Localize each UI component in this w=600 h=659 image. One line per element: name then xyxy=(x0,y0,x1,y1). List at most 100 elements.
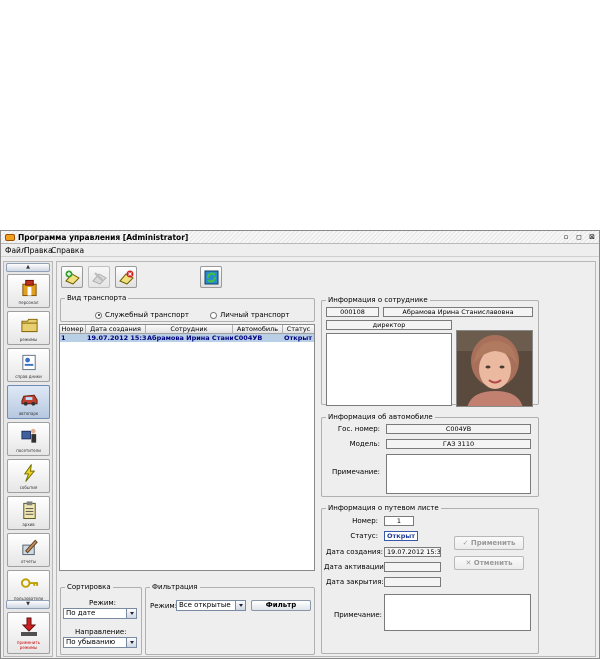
waybill-table: Номер Дата создания Сотрудник Автомобиль… xyxy=(59,324,315,571)
sidebar-item-personnel[interactable]: персонал xyxy=(7,274,50,308)
personnel-icon xyxy=(22,279,37,297)
sort-direction-select[interactable]: По убыванию xyxy=(63,637,137,648)
transport-type-group: Вид транспорта Служебный транспорт Личны… xyxy=(60,294,315,322)
sidebar-item-label: отчеты xyxy=(20,559,37,564)
col-header-vehicle[interactable]: Автомобиль xyxy=(233,325,283,334)
table-header: Номер Дата создания Сотрудник Автомобиль… xyxy=(60,325,314,334)
maximize-icon[interactable]: ◻ xyxy=(575,233,583,241)
add-document-icon xyxy=(65,270,80,285)
sidebar-item-reports[interactable]: отчеты xyxy=(7,533,50,567)
waybill-created-label: Дата создания: xyxy=(326,548,384,556)
delete-button[interactable] xyxy=(115,266,137,288)
waybill-info-group: Информация о путевом листе Номер: 1 Стат… xyxy=(321,504,539,654)
cell-status: Открыт xyxy=(284,334,313,342)
sidebar-item-visitors[interactable]: посетители xyxy=(7,422,50,456)
radio-unselected-icon xyxy=(210,311,217,319)
sidebar-item-directories[interactable]: справ дники xyxy=(7,348,50,382)
waybill-note-label: Примечание: xyxy=(333,611,382,619)
waybill-created-field: 19.07.2012 15:38 xyxy=(384,547,441,557)
sort-mode-select[interactable]: По дате xyxy=(63,608,137,619)
radio-label: Личный транспорт xyxy=(220,311,290,319)
waybill-info-legend: Информация о путевом листе xyxy=(328,504,439,512)
model-label: Модель: xyxy=(349,440,380,448)
col-header-number[interactable]: Номер xyxy=(60,325,86,334)
cell-employee: Абрамова Ирина Стани... xyxy=(147,334,233,342)
waybill-note-area[interactable] xyxy=(384,594,531,631)
modes-folder-icon xyxy=(21,318,38,333)
employee-portrait-image xyxy=(457,331,532,406)
cell-created: 19.07.2012 15:38 xyxy=(87,334,146,342)
refresh-button[interactable] xyxy=(200,266,222,288)
apply-check-icon: ✓ xyxy=(462,539,471,547)
sidebar-item-label: посетители xyxy=(16,448,41,453)
sidebar-item-label: справ дники xyxy=(15,374,42,379)
visitors-icon xyxy=(21,428,37,443)
window-title: Программа управления [Administrator] xyxy=(18,233,189,242)
menu-edit[interactable]: Правка xyxy=(24,246,53,255)
sidebar-item-archive[interactable]: архив xyxy=(7,496,50,530)
cell-vehicle: C004УВ xyxy=(234,334,263,342)
sidebar-item-label: режимы xyxy=(19,337,38,342)
filter-button[interactable]: Фильтр xyxy=(251,600,311,611)
filter-mode-select[interactable]: Все открытые xyxy=(176,600,246,611)
sort-direction-value: По убыванию xyxy=(66,638,116,646)
col-header-employee[interactable]: Сотрудник xyxy=(146,325,233,334)
sidebar-item-users[interactable]: пользователи xyxy=(7,570,50,604)
sidebar-item-label: персонал xyxy=(18,300,39,305)
filter-group: Фильтрация Режим: Все открытые Фильтр xyxy=(145,583,315,655)
apply-download-icon xyxy=(21,617,37,636)
sidebar-item-label: автопарк xyxy=(18,411,39,416)
vehicle-note-label: Примечание: xyxy=(331,468,380,476)
vehicle-info-legend: Информация об автомобиле xyxy=(328,413,433,421)
radio-service-transport[interactable]: Служебный транспорт xyxy=(95,311,189,319)
col-header-created[interactable]: Дата создания xyxy=(86,325,146,334)
edit-document-icon xyxy=(92,272,107,285)
waybill-activated-field xyxy=(384,562,441,572)
sort-mode-label: Режим: xyxy=(89,599,117,607)
car-icon xyxy=(21,394,38,406)
cancel-waybill-button[interactable]: ✕ Отменить xyxy=(454,556,524,570)
sidebar-scroll-up-button[interactable]: ▲ xyxy=(6,263,50,272)
refresh-icon xyxy=(204,270,219,285)
chevron-down-icon xyxy=(126,638,136,647)
radio-personal-transport[interactable]: Личный транспорт xyxy=(210,311,289,319)
employee-photo xyxy=(456,330,533,407)
menu-file[interactable]: Файл xyxy=(5,246,26,255)
apply-modes-button[interactable]: применить режимы xyxy=(7,612,50,654)
app-window: Программа управления [Administrator] ▫ ◻… xyxy=(0,230,600,659)
filter-mode-label: Режим: xyxy=(150,602,178,610)
lightning-icon xyxy=(23,464,36,482)
title-bar: Программа управления [Administrator] ▫ ◻… xyxy=(1,231,599,244)
add-button[interactable] xyxy=(61,266,83,288)
close-icon[interactable]: ⊠ xyxy=(588,233,596,241)
sidebar: ▲ персонал режимы справ дники автопарк п… xyxy=(3,261,53,657)
apply-waybill-button[interactable]: ✓ Применить xyxy=(454,536,524,550)
employee-position-field: директор xyxy=(326,320,452,330)
vehicle-note-area xyxy=(386,454,531,494)
edit-button[interactable] xyxy=(88,266,110,288)
apply-modes-label: применить режимы xyxy=(16,640,41,650)
minimize-icon[interactable]: ▫ xyxy=(562,233,570,241)
radio-label: Служебный транспорт xyxy=(105,311,189,319)
key-icon xyxy=(20,578,39,588)
sort-group: Сортировка Режим: По дате Направление: П… xyxy=(60,583,142,655)
sidebar-item-fleet[interactable]: автопарк xyxy=(7,385,50,419)
cell-number: 1 xyxy=(61,334,66,342)
table-row[interactable]: 1 19.07.2012 15:38 Абрамова Ирина Стани.… xyxy=(60,334,314,342)
plate-field: C004УВ xyxy=(386,424,531,434)
filter-legend: Фильтрация xyxy=(152,583,198,591)
chevron-down-icon xyxy=(235,601,245,610)
sidebar-item-label: архив xyxy=(22,522,35,527)
sidebar-item-modes[interactable]: режимы xyxy=(7,311,50,345)
menu-help[interactable]: Справка xyxy=(51,246,84,255)
sort-mode-value: По дате xyxy=(66,609,96,617)
waybill-closed-field xyxy=(384,577,441,587)
col-header-status[interactable]: Статус xyxy=(283,325,314,334)
main-panel: Вид транспорта Служебный транспорт Личны… xyxy=(56,261,596,657)
sort-direction-label: Направление: xyxy=(75,628,127,636)
filter-mode-value: Все открытые xyxy=(179,601,231,609)
sidebar-scroll-down-button[interactable]: ▼ xyxy=(6,600,50,609)
waybill-closed-label: Дата закрытия: xyxy=(326,578,384,586)
sidebar-item-events[interactable]: события xyxy=(7,459,50,493)
sidebar-item-label: события xyxy=(19,485,38,490)
